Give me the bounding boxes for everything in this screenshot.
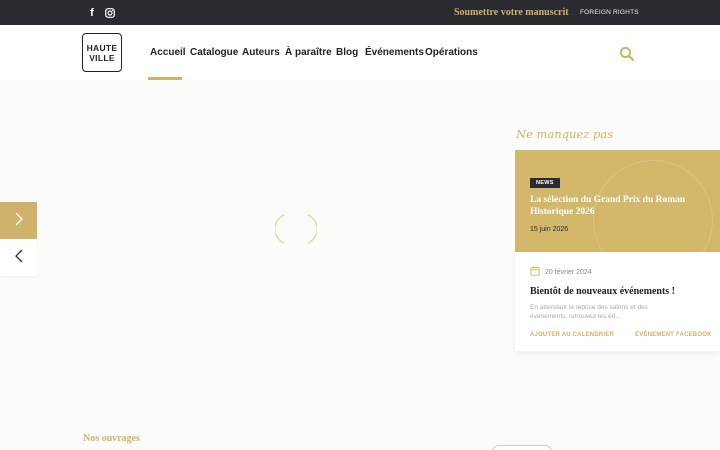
event-card: 20 février 2024 Bientôt de nouveaux évén…: [515, 252, 720, 351]
slider-prev-button[interactable]: [0, 239, 37, 276]
search-icon[interactable]: [619, 46, 635, 62]
slider-next-button[interactable]: [0, 202, 37, 239]
calendar-icon: [530, 263, 540, 281]
logo-line-1: HAUTE: [86, 42, 118, 53]
nav-item-a-paraitre[interactable]: À paraître: [285, 47, 332, 58]
section-title: Nos ouvrages: [83, 433, 140, 444]
news-date: 15 juin 2026: [530, 226, 569, 233]
facebook-event-link[interactable]: ÉVÉNEMENT FACEBOOK: [635, 332, 712, 338]
nav-item-operations[interactable]: Opérations: [425, 47, 478, 58]
nav-item-blog[interactable]: Blog: [336, 47, 358, 58]
sidebar-heading: Ne manquez pas: [516, 127, 614, 141]
news-title[interactable]: La sélection du Grand Prix du Roman Hist…: [530, 194, 705, 218]
main-header: HAUTE VILLE Accueil Catalogue Auteurs À …: [0, 25, 720, 80]
top-bar: f Soumettre votre manuscrit FOREIGN RIGH…: [0, 0, 720, 25]
nav-active-indicator: [148, 77, 182, 80]
section-button[interactable]: [492, 445, 552, 450]
nav-item-accueil[interactable]: Accueil: [150, 47, 186, 58]
foreign-rights-link[interactable]: FOREIGN RIGHTS: [580, 9, 639, 16]
add-to-calendar-link[interactable]: AJOUTER AU CALENDRIER: [530, 332, 614, 338]
event-title[interactable]: Bientôt de nouveaux événements !: [530, 286, 710, 297]
instagram-icon[interactable]: [104, 6, 116, 19]
event-date: 20 février 2024: [545, 268, 592, 276]
event-date-row: 20 février 2024: [530, 266, 592, 278]
nav-item-evenements[interactable]: Événements: [365, 47, 424, 58]
chevron-right-icon: [14, 211, 24, 230]
loading-spinner: [274, 212, 318, 246]
facebook-icon[interactable]: f: [87, 6, 97, 19]
site-logo[interactable]: HAUTE VILLE: [82, 33, 122, 72]
submit-manuscript-link[interactable]: Soumettre votre manuscrit: [454, 7, 569, 18]
news-card[interactable]: NEWS La sélection du Grand Prix du Roman…: [515, 150, 720, 252]
event-description: En attendant la reprise des salons et de…: [530, 304, 648, 320]
chevron-left-icon: [14, 248, 24, 267]
nav-item-auteurs[interactable]: Auteurs: [242, 47, 280, 58]
news-badge: NEWS: [530, 178, 560, 188]
logo-line-2: VILLE: [89, 52, 115, 63]
nav-item-catalogue[interactable]: Catalogue: [190, 47, 238, 58]
